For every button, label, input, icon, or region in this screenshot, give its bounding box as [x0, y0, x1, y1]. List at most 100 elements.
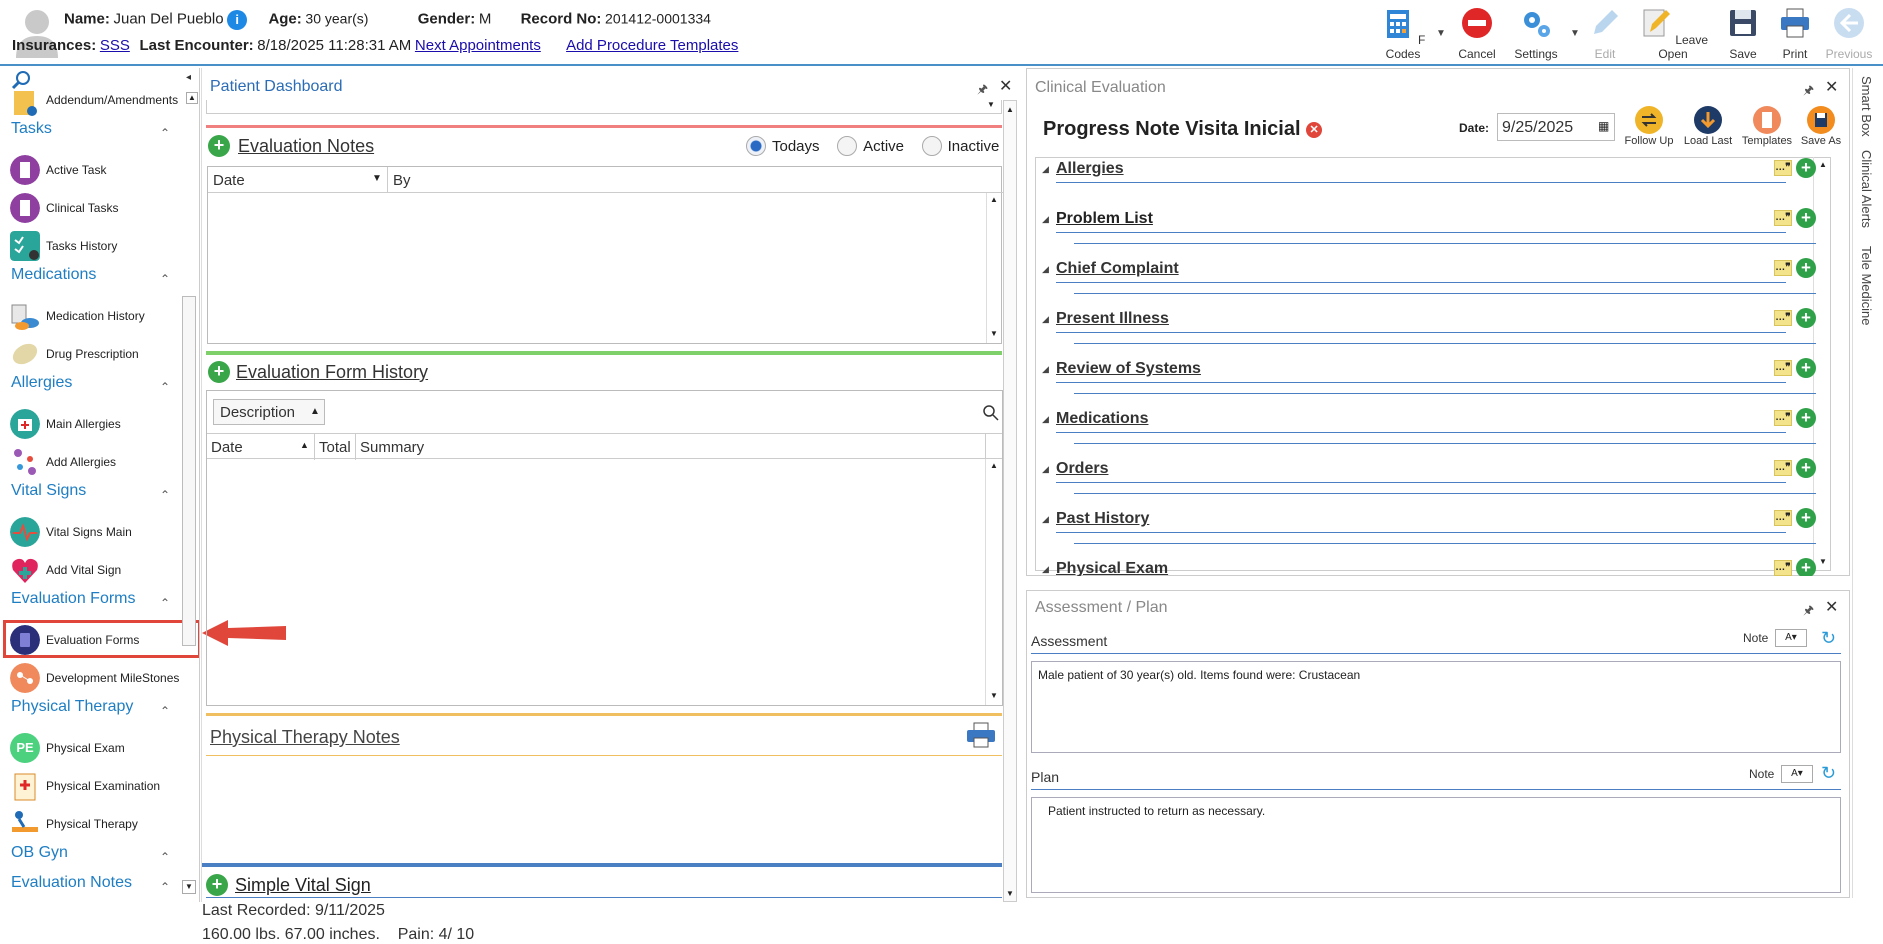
expand-icon[interactable]: ◢: [1042, 164, 1049, 175]
dashboard-pin-icon[interactable]: 🖈: [977, 80, 988, 101]
sidebar-collapse-icon[interactable]: ◂: [186, 72, 191, 83]
assessment-textarea[interactable]: Male patient of 30 year(s) old. Items fo…: [1031, 661, 1841, 753]
sidebar-item-active-task[interactable]: Active Task: [10, 155, 195, 187]
add-procedure-templates-link[interactable]: Add Procedure Templates: [566, 37, 738, 54]
col-history-date-sort-icon[interactable]: ▲: [300, 440, 309, 450]
dashboard-scroll-up[interactable]: ▲: [1006, 105, 1014, 114]
dashboard-scroll-down[interactable]: ▼: [1006, 889, 1014, 898]
sidebar-item-evaluation-forms[interactable]: Evaluation Forms: [10, 625, 195, 657]
add-problem-list-icon[interactable]: +: [1796, 208, 1816, 228]
add-evaluation-note-icon[interactable]: +: [208, 135, 230, 157]
form-history-search-icon[interactable]: [983, 405, 999, 421]
date-field[interactable]: 9/25/2025 ▦: [1497, 113, 1615, 141]
physical-therapy-notes-heading[interactable]: Physical Therapy Notes: [210, 727, 400, 748]
follow-up-button[interactable]: Follow Up: [1621, 105, 1677, 147]
previous-button[interactable]: Previous: [1820, 6, 1878, 62]
quote-icon[interactable]: …❞: [1774, 360, 1792, 376]
section-title-medications[interactable]: Medications: [1056, 410, 1148, 428]
sidebar-item-physical-therapy[interactable]: Physical Therapy: [10, 809, 195, 841]
section-title-allergies[interactable]: Allergies: [1056, 160, 1124, 178]
col-history-date[interactable]: Date: [211, 439, 243, 456]
expand-icon[interactable]: ◢: [1042, 314, 1049, 325]
pt-notes-print-icon[interactable]: [966, 722, 996, 748]
section-physical-therapy[interactable]: Physical Therapy: [11, 698, 133, 716]
assessment-refresh-icon[interactable]: ↻: [1821, 628, 1836, 649]
add-physical-exam-icon[interactable]: +: [1796, 558, 1816, 576]
dashboard-scrollbar[interactable]: ▲ ▼: [1003, 100, 1017, 902]
evaluation-notes-collapse-icon[interactable]: ⌃: [160, 880, 170, 894]
section-vital-signs[interactable]: Vital Signs: [11, 482, 86, 500]
tab-smart-box[interactable]: Smart Box: [1859, 76, 1874, 137]
sidebar-scroll-down[interactable]: ▼: [182, 880, 196, 894]
add-chief-complaint-icon[interactable]: +: [1796, 258, 1816, 278]
expand-icon[interactable]: ◢: [1042, 564, 1049, 575]
section-title-orders[interactable]: Orders: [1056, 460, 1108, 478]
section-evaluation-notes[interactable]: Evaluation Notes: [11, 874, 132, 892]
expand-icon[interactable]: ◢: [1042, 214, 1049, 225]
ob-gyn-collapse-icon[interactable]: ⌃: [160, 850, 170, 864]
sidebar-scroll-up[interactable]: ▲: [186, 92, 198, 104]
history-grid-scroll-up[interactable]: ▲: [990, 461, 998, 470]
section-row-present-illness[interactable]: ◢ Present Illness …❞ +: [1038, 306, 1818, 352]
expand-icon[interactable]: ◢: [1042, 464, 1049, 475]
radio-todays[interactable]: [746, 136, 766, 156]
history-grid-scroll-down[interactable]: ▼: [990, 691, 998, 700]
assessment-note-dropdown[interactable]: A▾: [1775, 629, 1807, 647]
radio-inactive[interactable]: [921, 136, 942, 156]
settings-button[interactable]: Settings: [1508, 6, 1564, 62]
assessment-close-icon[interactable]: ✕: [1825, 597, 1838, 617]
allergies-collapse-icon[interactable]: ⌃: [160, 380, 170, 394]
medications-collapse-icon[interactable]: ⌃: [160, 272, 170, 286]
plan-note-dropdown[interactable]: A▾: [1781, 765, 1813, 783]
evaluation-notes-heading[interactable]: Evaluation Notes: [238, 136, 374, 157]
section-medications[interactable]: Medications: [11, 266, 96, 284]
quote-icon[interactable]: …❞: [1774, 210, 1792, 226]
templates-button[interactable]: Templates: [1739, 105, 1795, 147]
assessment-pin-icon[interactable]: 🖈: [1803, 601, 1814, 622]
quote-icon[interactable]: …❞: [1774, 260, 1792, 276]
sidebar-item-main-allergies[interactable]: Main Allergies: [10, 409, 195, 441]
col-date[interactable]: Date: [213, 172, 245, 189]
quote-icon[interactable]: …❞: [1774, 310, 1792, 326]
description-sort-icon[interactable]: ▲: [310, 406, 320, 417]
section-evaluation-forms[interactable]: Evaluation Forms: [11, 590, 136, 608]
expand-icon[interactable]: ◢: [1042, 414, 1049, 425]
notes-grid-scrollbar[interactable]: ▲ ▼: [986, 193, 1002, 343]
section-row-chief-complaint[interactable]: ◢ Chief Complaint …❞ +: [1038, 256, 1818, 302]
save-button[interactable]: Save: [1716, 6, 1770, 62]
evaluation-forms-collapse-icon[interactable]: ⌃: [160, 596, 170, 610]
section-row-orders[interactable]: ◢ Orders …❞ +: [1038, 456, 1818, 502]
expand-icon[interactable]: ◢: [1042, 364, 1049, 375]
notes-grid-scroll-up[interactable]: ▲: [990, 195, 998, 204]
section-title-chief-complaint[interactable]: Chief Complaint: [1056, 260, 1179, 278]
section-title-review-of-systems[interactable]: Review of Systems: [1056, 360, 1201, 378]
edit-button[interactable]: Edit: [1578, 6, 1632, 62]
sidebar-item-vital-signs-main[interactable]: Vital Signs Main: [10, 517, 195, 549]
fcodes-button[interactable]: F Codes: [1375, 6, 1431, 62]
section-row-problem-list[interactable]: ◢ Problem List …❞ +: [1038, 206, 1818, 252]
tasks-collapse-icon[interactable]: ⌃: [160, 126, 170, 140]
section-tasks[interactable]: Tasks: [11, 120, 52, 138]
info-icon[interactable]: i: [227, 10, 248, 30]
cancel-button[interactable]: Cancel: [1450, 6, 1504, 62]
print-button[interactable]: Print: [1768, 6, 1822, 62]
vital-signs-collapse-icon[interactable]: ⌃: [160, 488, 170, 502]
sidebar-item-addendum[interactable]: Addendum/Amendments: [10, 87, 195, 119]
notes-grid-scroll-down[interactable]: ▼: [990, 329, 998, 338]
sidebar-item-drug-prescription[interactable]: Drug Prescription: [10, 339, 195, 371]
top-strip-dropdown-icon[interactable]: ▼: [987, 100, 995, 109]
tab-tele-medicine[interactable]: Tele Medicine: [1859, 246, 1874, 326]
section-row-past-history[interactable]: ◢ Past History …❞ +: [1038, 506, 1818, 552]
next-appointments-link[interactable]: Next Appointments: [415, 37, 541, 54]
tab-clinical-alerts[interactable]: Clinical Alerts: [1859, 150, 1874, 228]
remove-note-icon[interactable]: ✕: [1306, 121, 1323, 138]
section-row-physical-exam[interactable]: ◢ Physical Exam …❞ +: [1038, 556, 1818, 576]
clinical-close-icon[interactable]: ✕: [1825, 77, 1838, 97]
add-form-history-icon[interactable]: +: [208, 361, 230, 383]
history-grid-scrollbar[interactable]: ▲ ▼: [985, 459, 1002, 705]
sidebar-item-clinical-tasks[interactable]: Clinical Tasks: [10, 193, 195, 225]
dashboard-close-icon[interactable]: ✕: [999, 76, 1012, 96]
simple-vital-sign-heading[interactable]: Simple Vital Sign: [235, 875, 371, 896]
leave-open-button[interactable]: Leave Open: [1636, 6, 1710, 62]
quote-icon[interactable]: …❞: [1774, 160, 1792, 176]
